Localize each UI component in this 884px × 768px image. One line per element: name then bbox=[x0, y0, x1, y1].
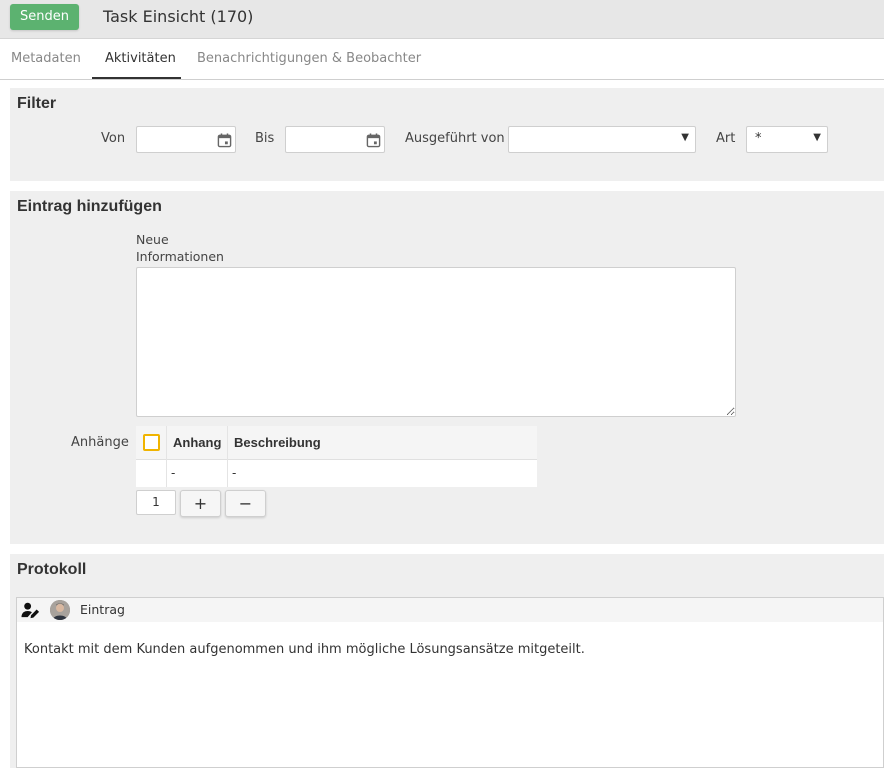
tab-metadaten[interactable]: Metadaten bbox=[11, 39, 81, 79]
von-date-input[interactable] bbox=[136, 126, 236, 153]
calendar-icon[interactable] bbox=[217, 133, 232, 148]
bis-label: Bis bbox=[255, 131, 275, 146]
page-title: Task Einsicht (170) bbox=[103, 7, 254, 26]
protocol-entry-header: Eintrag bbox=[16, 597, 884, 623]
entry-type-label: Eintrag bbox=[80, 602, 125, 617]
art-value: * bbox=[755, 131, 762, 146]
column-divider bbox=[166, 426, 167, 487]
add-entry-title: Eintrag hinzufügen bbox=[17, 198, 162, 215]
user-edit-icon bbox=[21, 602, 40, 619]
column-divider bbox=[227, 426, 228, 487]
new-info-label-line1: Neue bbox=[136, 232, 169, 247]
main-content: Filter Von Bis Ausgeführt von ▼ Art * ▼ … bbox=[0, 80, 884, 768]
send-button[interactable]: Senden bbox=[10, 4, 79, 30]
cell-beschreibung[interactable]: - bbox=[232, 466, 236, 480]
filter-title: Filter bbox=[17, 95, 57, 112]
art-label: Art bbox=[716, 131, 736, 146]
attachments-label: Anhänge bbox=[71, 435, 129, 450]
new-info-label: Neue Informationen bbox=[136, 231, 224, 265]
row-count-input[interactable]: 1 bbox=[136, 490, 176, 515]
entry-text: Kontakt mit dem Kunden aufgenommen und i… bbox=[24, 642, 585, 657]
attachments-table: Anhang Beschreibung - - bbox=[136, 426, 537, 487]
new-info-textarea[interactable] bbox=[136, 267, 736, 417]
filter-panel: Filter Von Bis Ausgeführt von ▼ Art * ▼ bbox=[10, 88, 884, 181]
avatar bbox=[50, 600, 70, 620]
executed-by-select[interactable]: ▼ bbox=[508, 126, 696, 153]
column-header-beschreibung[interactable]: Beschreibung bbox=[234, 435, 321, 450]
tab-aktivitaeten[interactable]: Aktivitäten bbox=[92, 39, 181, 79]
von-label: Von bbox=[101, 131, 126, 146]
dropdown-arrow-icon: ▼ bbox=[681, 132, 689, 143]
select-all-checkbox[interactable] bbox=[143, 434, 160, 451]
new-info-label-line2: Informationen bbox=[136, 249, 224, 264]
tab-bar: Metadaten Aktivitäten Benachrichtigungen… bbox=[0, 39, 884, 80]
dropdown-arrow-icon: ▼ bbox=[813, 132, 821, 143]
protocol-title: Protokoll bbox=[17, 561, 87, 578]
cell-anhang[interactable]: - bbox=[171, 466, 175, 480]
add-row-button[interactable]: + bbox=[180, 490, 221, 517]
calendar-icon[interactable] bbox=[366, 133, 381, 148]
top-bar: Senden Task Einsicht (170) bbox=[0, 0, 884, 39]
bis-date-input[interactable] bbox=[285, 126, 385, 153]
executed-by-label: Ausgeführt von bbox=[405, 131, 505, 146]
column-header-anhang[interactable]: Anhang bbox=[173, 435, 221, 450]
remove-row-button[interactable]: − bbox=[225, 490, 266, 517]
art-select[interactable]: * ▼ bbox=[746, 126, 828, 153]
protocol-entry-body: Kontakt mit dem Kunden aufgenommen und i… bbox=[16, 622, 884, 768]
tab-benachrichtigungen[interactable]: Benachrichtigungen & Beobachter bbox=[197, 39, 421, 79]
